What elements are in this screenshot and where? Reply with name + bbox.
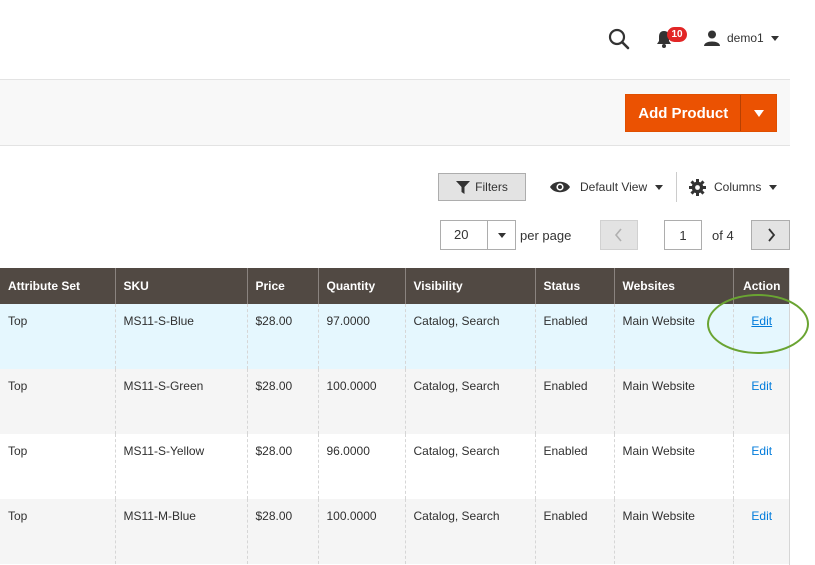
column-header-sku[interactable]: SKU [114,268,247,304]
per-page-select[interactable]: 20 [440,220,516,250]
cell-action: Edit [732,304,790,369]
page-actions-bar: Add Product [0,80,790,146]
cell-quantity: 100.0000 [317,499,405,564]
cell-price: $28.00 [246,304,318,369]
column-header-attribute-set[interactable]: Attribute Set [0,268,115,304]
user-menu-caret-icon [770,35,779,41]
next-page-button[interactable] [751,220,790,250]
cell-attribute-set: Top [0,499,115,564]
cell-attribute-set: Top [0,369,115,434]
filter-funnel-icon [456,180,471,194]
cell-status: Enabled [534,369,614,434]
cell-action: Edit [732,369,790,434]
edit-link[interactable]: Edit [751,379,772,393]
columns-dropdown[interactable]: Columns [689,176,778,198]
cell-attribute-set: Top [0,304,115,369]
column-header-status[interactable]: Status [534,268,614,304]
username: demo1 [727,31,764,45]
add-product-split-button: Add Product [625,94,777,132]
cell-websites: Main Website [613,304,733,369]
chevron-left-icon [614,228,622,242]
edit-link[interactable]: Edit [751,509,772,523]
grid-right-border [789,268,790,565]
table-row[interactable]: Top MS11-M-Blue $28.00 100.0000 Catalog,… [0,499,790,564]
search-icon[interactable] [607,27,631,51]
cell-attribute-set: Top [0,434,115,499]
current-page-input[interactable] [664,220,702,250]
table-row[interactable]: Top MS11-S-Green $28.00 100.0000 Catalog… [0,369,790,434]
toolbar-divider [676,172,677,202]
grid-header-row: Attribute Set SKU Price Quantity Visibil… [0,268,790,304]
cell-action: Edit [732,434,790,499]
cell-sku: MS11-M-Blue [114,499,247,564]
previous-page-button[interactable] [600,220,638,250]
view-caret-icon [655,184,664,190]
notifications-count-badge: 10 [667,27,687,42]
cell-sku: MS11-S-Blue [114,304,247,369]
cell-quantity: 100.0000 [317,369,405,434]
chevron-down-icon [497,232,506,238]
edit-link[interactable]: Edit [751,444,772,458]
column-header-websites[interactable]: Websites [613,268,733,304]
add-product-dropdown-toggle[interactable] [740,95,776,131]
eye-icon [550,181,570,193]
chevron-down-icon [753,109,764,117]
cell-quantity: 97.0000 [317,304,405,369]
per-page-dropdown-button[interactable] [487,221,515,249]
column-header-price[interactable]: Price [246,268,318,304]
default-view-dropdown[interactable]: Default View [549,176,664,198]
gear-icon [689,178,706,196]
per-page-label: per page [520,228,572,243]
columns-label: Columns [714,180,762,194]
cell-visibility: Catalog, Search [404,434,535,499]
cell-price: $28.00 [246,434,318,499]
per-page-value: 20 [454,227,469,242]
cell-price: $28.00 [246,499,318,564]
view-label: Default View [580,180,648,194]
user-icon [704,30,720,46]
cell-websites: Main Website [613,369,733,434]
cell-status: Enabled [534,304,614,369]
cell-visibility: Catalog, Search [404,499,535,564]
cell-visibility: Catalog, Search [404,369,535,434]
cell-price: $28.00 [246,369,318,434]
column-header-visibility[interactable]: Visibility [404,268,535,304]
add-product-button[interactable]: Add Product [626,95,740,131]
edit-link[interactable]: Edit [751,314,772,328]
admin-header: 10 demo1 [0,0,790,80]
column-header-quantity[interactable]: Quantity [317,268,405,304]
cell-action: Edit [732,499,790,564]
cell-status: Enabled [534,434,614,499]
total-pages-label: of 4 [712,228,734,243]
table-row[interactable]: Top MS11-S-Blue $28.00 97.0000 Catalog, … [0,304,790,369]
filters-label: Filters [475,180,508,194]
chevron-right-icon [767,228,775,242]
cell-websites: Main Website [613,499,733,564]
column-header-action: Action [732,268,790,304]
cell-sku: MS11-S-Yellow [114,434,247,499]
filters-button[interactable]: Filters [438,173,526,201]
cell-quantity: 96.0000 [317,434,405,499]
cell-status: Enabled [534,499,614,564]
products-grid: Attribute Set SKU Price Quantity Visibil… [0,268,790,564]
cell-websites: Main Website [613,434,733,499]
user-account-menu[interactable]: demo1 [703,27,779,49]
table-row[interactable]: Top MS11-S-Yellow $28.00 96.0000 Catalog… [0,434,790,499]
cell-sku: MS11-S-Green [114,369,247,434]
columns-caret-icon [769,184,778,190]
cell-visibility: Catalog, Search [404,304,535,369]
